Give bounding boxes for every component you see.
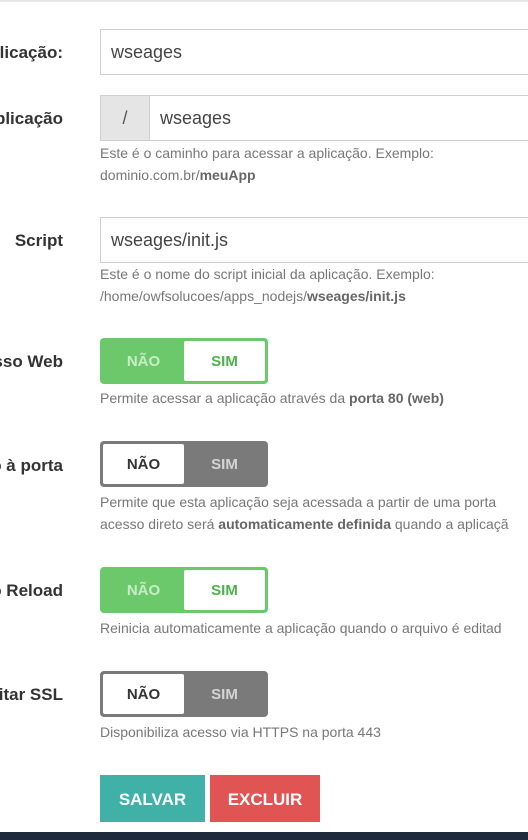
port-access-label: o à porta [0, 456, 63, 475]
app-path-help-example: dominio.com.br/ [100, 167, 200, 183]
app-path-input[interactable]: wseages [150, 96, 231, 140]
app-path-field[interactable]: / wseages [100, 95, 528, 141]
ssl-label: itar SSL [0, 685, 63, 704]
script-label: Script [14, 231, 63, 250]
port-access-on-option[interactable]: SIM [184, 444, 265, 484]
port-access-toggle[interactable]: NÃO SIM [100, 441, 268, 487]
auto-reload-off-option[interactable]: NÃO [103, 570, 184, 610]
port-access-help: Permite que esta aplicação seja acessada… [100, 491, 528, 535]
port-access-off-option[interactable]: NÃO [103, 444, 184, 484]
save-button[interactable]: SALVAR [100, 775, 205, 822]
script-help: Este é o nome do script inicial da aplic… [100, 263, 528, 307]
ssl-help: Disponibiliza acesso via HTTPS na porta … [100, 724, 381, 740]
app-path-help: Este é o caminho para acessar a aplicaçã… [100, 142, 528, 186]
ssl-toggle[interactable]: NÃO SIM [100, 671, 268, 717]
auto-reload-on-option[interactable]: SIM [184, 570, 265, 610]
script-help-example: /home/owfsolucoes/apps_nodejs/ [100, 288, 308, 304]
port-access-help-line2: acesso direto será [100, 516, 219, 532]
web-access-help-text: Permite acessar a aplicação através da [100, 390, 350, 406]
app-path-help-text: Este é o caminho para acessar a aplicaçã… [100, 145, 434, 161]
port-access-help-line1: Permite que esta aplicação seja acessada… [100, 494, 497, 510]
path-prefix-addon: / [101, 96, 150, 140]
web-access-help: Permite acessar a aplicação através da p… [100, 387, 528, 409]
web-access-on-option[interactable]: SIM [184, 341, 265, 381]
app-name-label: plicação: [0, 43, 63, 62]
port-access-help-bold: automaticamente definida [218, 516, 391, 532]
port-access-help-line2-end: quando a aplicaçã [391, 516, 509, 532]
script-input[interactable]: wseages/init.js [100, 217, 528, 263]
auto-reload-label: o Reload [0, 581, 63, 600]
ssl-off-option[interactable]: NÃO [103, 674, 184, 714]
web-access-label: sso Web [0, 352, 63, 371]
app-name-input[interactable]: wseages [100, 29, 528, 75]
delete-button[interactable]: EXCLUIR [210, 775, 320, 822]
ssl-on-option[interactable]: SIM [184, 674, 265, 714]
auto-reload-help: Reinicia automaticamente a aplicação qua… [100, 620, 502, 636]
app-path-help-bold: meuApp [199, 167, 256, 183]
web-access-off-option[interactable]: NÃO [103, 341, 184, 381]
script-help-bold: wseages/init.js [307, 288, 406, 304]
web-access-help-bold: porta 80 (web) [349, 390, 444, 406]
top-divider [0, 0, 528, 2]
auto-reload-toggle[interactable]: NÃO SIM [100, 567, 268, 613]
bottom-bar [0, 832, 528, 840]
script-help-text: Este é o nome do script inicial da aplic… [100, 266, 435, 282]
app-path-label: plicação [0, 109, 63, 128]
web-access-toggle[interactable]: NÃO SIM [100, 338, 268, 384]
